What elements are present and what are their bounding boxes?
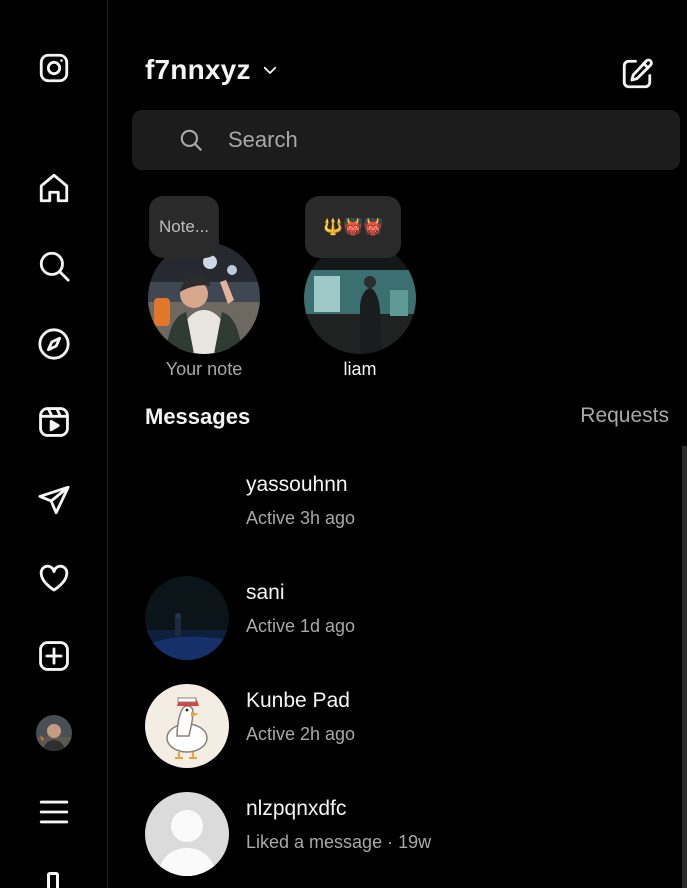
new-message-button[interactable]	[617, 54, 657, 94]
thread-avatar	[145, 684, 229, 768]
chevron-down-icon	[263, 66, 276, 74]
thread-row[interactable]: yassouhnn Active 3h ago	[145, 468, 665, 554]
note-label: liam	[343, 359, 377, 379]
heart-notifications-icon[interactable]	[36, 560, 72, 596]
direct-inbox-panel: f7nnxyz Note...	[109, 0, 687, 888]
home-icon[interactable]	[36, 170, 72, 206]
nav-rail	[0, 0, 108, 888]
more-apps-icon[interactable]	[47, 872, 59, 888]
account-switcher[interactable]: f7nnxyz	[145, 54, 279, 86]
thread-status: Active 1d ago	[246, 616, 356, 636]
search-icon[interactable]	[36, 248, 72, 284]
search-bar[interactable]	[132, 110, 680, 170]
thread-row[interactable]: sani Active 1d ago	[145, 576, 665, 662]
account-username: f7nnxyz	[145, 54, 251, 85]
compose-edit-icon	[622, 58, 653, 89]
thread-avatar	[145, 792, 229, 876]
explore-compass-icon[interactable]	[36, 326, 72, 362]
note-bubble[interactable]: 🔱👹👹	[305, 196, 401, 258]
messages-title: Messages	[145, 404, 251, 429]
thread-avatar	[145, 576, 229, 660]
direct-send-icon[interactable]	[36, 482, 72, 518]
thread-name: nlzpqnxdfc	[246, 797, 347, 820]
thread-status: Active 3h ago	[246, 508, 356, 528]
note-label: Your note	[165, 359, 243, 379]
requests-link[interactable]: Requests	[580, 404, 669, 428]
your-note-avatar	[148, 242, 260, 354]
create-plus-icon[interactable]	[36, 638, 72, 674]
note-bubble[interactable]: Note...	[149, 196, 219, 258]
thread-avatar	[145, 468, 229, 552]
search-input[interactable]	[226, 126, 670, 154]
liam-avatar	[304, 242, 416, 354]
search-icon	[180, 129, 202, 151]
thread-status: Active 2h ago	[246, 724, 356, 744]
instagram-dm-window: f7nnxyz Note...	[0, 0, 687, 888]
thread-row[interactable]: nlzpqnxdfc Liked a message · 19w	[145, 792, 665, 878]
thread-name: Kunbe Pad	[246, 689, 350, 712]
profile-avatar[interactable]	[36, 715, 72, 751]
instagram-logo-icon[interactable]	[36, 50, 72, 86]
menu-hamburger-icon[interactable]	[36, 794, 72, 830]
thread-row[interactable]: Kunbe Pad Active 2h ago	[145, 684, 665, 770]
thread-name: sani	[246, 581, 285, 604]
thread-name: yassouhnn	[246, 473, 348, 496]
scrollbar[interactable]	[682, 446, 687, 888]
reels-icon[interactable]	[36, 404, 72, 440]
thread-status: Liked a message · 19w	[246, 832, 432, 852]
